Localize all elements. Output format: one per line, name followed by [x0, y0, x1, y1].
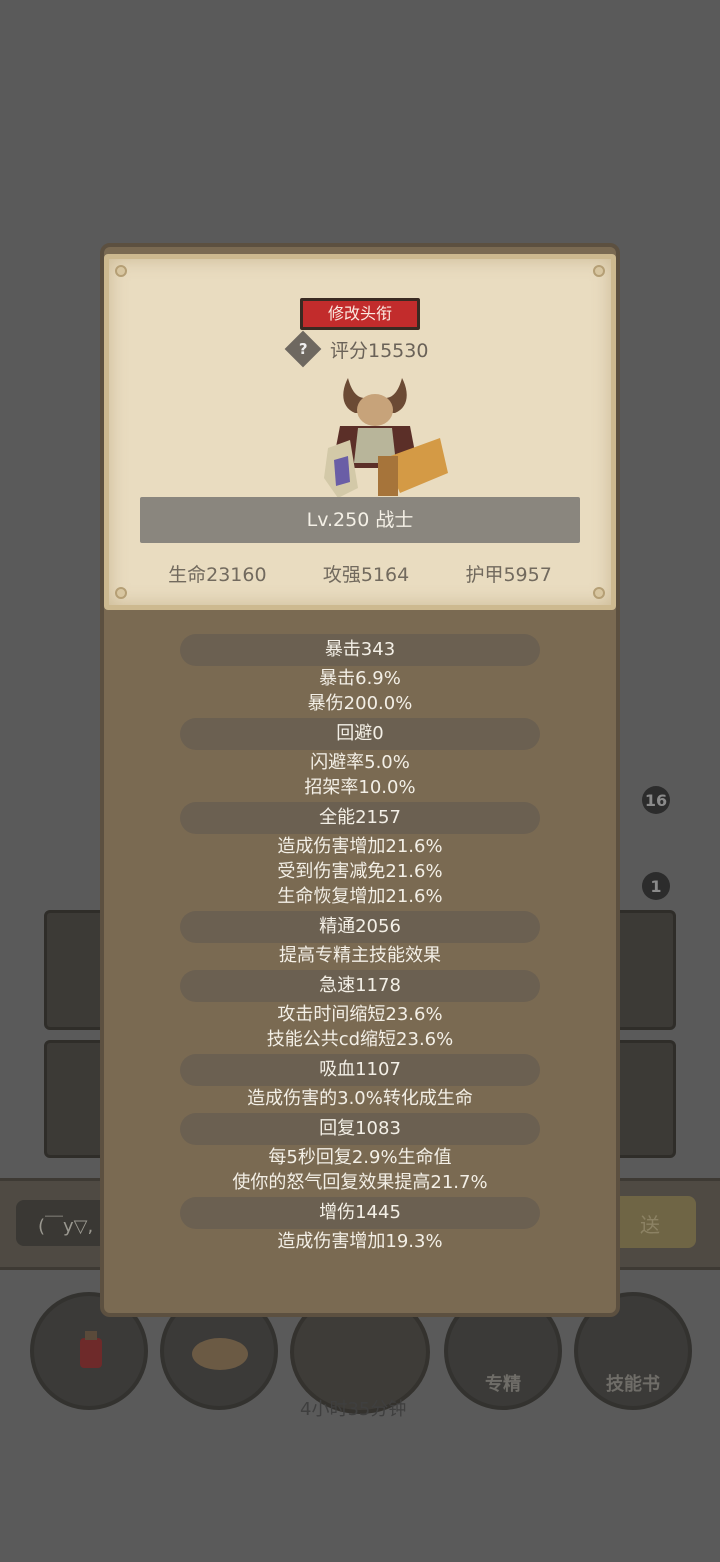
- stat-header-lifesteal: 吸血1107: [180, 1054, 540, 1086]
- warrior-avatar-icon: [324, 378, 448, 498]
- stat-header-dodge: 回避0: [180, 718, 540, 750]
- main-stats-row: 生命23160 攻强5164 护甲5957: [140, 560, 580, 588]
- stat-header-haste: 急速1178: [180, 970, 540, 1002]
- stat-header-damage-bonus: 增伤1445: [180, 1197, 540, 1229]
- stat-detail: 暴击6.9%: [319, 668, 401, 689]
- score-row: ? 评分15530: [284, 330, 429, 368]
- corner-rivet: [115, 587, 127, 599]
- corner-rivet: [593, 587, 605, 599]
- stat-header-versatility: 全能2157: [180, 802, 540, 834]
- bread-icon: [192, 1338, 248, 1370]
- armor-stat: 护甲5957: [465, 564, 552, 586]
- bg-equipment-slot: [612, 910, 676, 1030]
- stat-header-mastery: 精通2056: [180, 911, 540, 943]
- attack-stat: 攻强5164: [322, 564, 410, 586]
- level-class-bar: Lv.250 战士: [140, 497, 580, 543]
- stat-detail: 造成伤害的3.0%转化成生命: [247, 1088, 473, 1109]
- bg-badge: 16: [642, 786, 670, 814]
- stat-header-regen: 回复1083: [180, 1113, 540, 1145]
- stat-detail: 使你的怒气回复效果提高21.7%: [232, 1172, 488, 1193]
- bg-timer: 4小时35分钟: [300, 1399, 407, 1420]
- hp-stat: 生命23160: [168, 564, 267, 586]
- stat-detail: 生命恢复增加21.6%: [277, 886, 443, 907]
- score-value: 评分15530: [330, 339, 429, 362]
- help-icon[interactable]: ?: [284, 330, 322, 368]
- stat-detail: 造成伤害增加19.3%: [277, 1231, 443, 1252]
- stat-detail: 暴伤200.0%: [307, 693, 413, 714]
- stats-list: 暴击343 暴击6.9% 暴伤200.0% 回避0 闪避率5.0% 招架率10.…: [180, 632, 540, 1254]
- stat-detail: 闪避率5.0%: [310, 752, 410, 773]
- stat-header-crit: 暴击343: [180, 634, 540, 666]
- stat-detail: 招架率10.0%: [304, 777, 416, 798]
- stat-detail: 提高专精主技能效果: [279, 945, 441, 966]
- corner-rivet: [593, 265, 605, 277]
- stat-detail: 每5秒回复2.9%生命值: [268, 1147, 452, 1168]
- corner-rivet: [115, 265, 127, 277]
- stat-detail: 受到伤害减免21.6%: [277, 861, 443, 882]
- bg-badge: 1: [642, 872, 670, 900]
- stat-detail: 技能公共cd缩短23.6%: [266, 1029, 454, 1050]
- stat-detail: 造成伤害增加21.6%: [277, 836, 443, 857]
- bg-equipment-slot: [612, 1040, 676, 1158]
- stat-detail: 攻击时间缩短23.6%: [277, 1004, 443, 1025]
- edit-title-button[interactable]: 修改头衔: [300, 298, 420, 330]
- potion-icon: [80, 1331, 102, 1368]
